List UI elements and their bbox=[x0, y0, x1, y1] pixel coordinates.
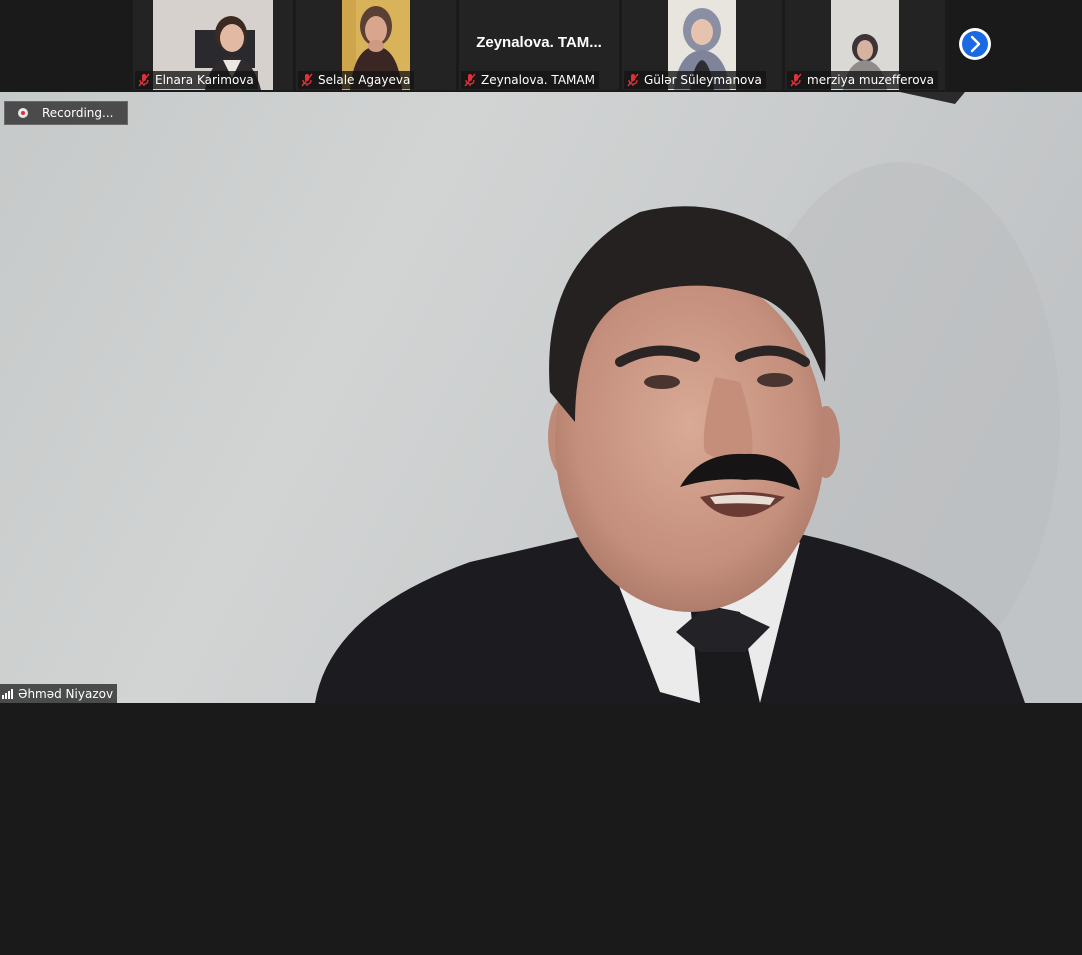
muted-microphone-icon bbox=[789, 73, 803, 87]
participant-name: Gülər Süleymanova bbox=[644, 73, 762, 87]
participant-name-tag: Gülər Süleymanova bbox=[624, 71, 766, 89]
participant-tile[interactable]: Gülər Süleymanova bbox=[622, 0, 782, 90]
muted-microphone-icon bbox=[137, 73, 151, 87]
participant-strip: Elnara Karimova Selale Agayeva Zeynalova… bbox=[0, 0, 1082, 92]
participant-tile[interactable]: merziya muzefferova bbox=[785, 0, 945, 90]
recording-indicator[interactable]: Recording... bbox=[4, 101, 128, 125]
participant-name: Selale Agayeva bbox=[318, 73, 411, 87]
active-speaker-video bbox=[0, 92, 1082, 703]
participant-name-tag: merziya muzefferova bbox=[787, 71, 939, 89]
participant-tile[interactable]: Zeynalova. TAM... Zeynalova. TAMAM bbox=[459, 0, 619, 90]
participant-name-tag: Selale Agayeva bbox=[298, 71, 415, 89]
muted-microphone-icon bbox=[626, 73, 640, 87]
participant-name: Elnara Karimova bbox=[155, 73, 254, 87]
participant-name-tag: Zeynalova. TAMAM bbox=[461, 71, 599, 89]
participant-name: merziya muzefferova bbox=[807, 73, 935, 87]
participant-name: Zeynalova. TAMAM bbox=[481, 73, 595, 87]
signal-strength-icon bbox=[2, 688, 13, 699]
participant-tile[interactable]: Elnara Karimova bbox=[133, 0, 293, 90]
participant-display-title: Zeynalova. TAM... bbox=[476, 34, 602, 51]
chevron-right-icon bbox=[970, 35, 981, 53]
recording-dot-icon bbox=[18, 108, 28, 118]
next-page-button[interactable] bbox=[959, 28, 991, 60]
participant-name-tag: Elnara Karimova bbox=[135, 71, 258, 89]
active-speaker-name-tag: Əhməd Niyazov bbox=[0, 684, 118, 703]
muted-microphone-icon bbox=[463, 73, 477, 87]
participant-tile[interactable]: Selale Agayeva bbox=[296, 0, 456, 90]
active-speaker-name: Əhməd Niyazov bbox=[18, 686, 114, 701]
muted-microphone-icon bbox=[300, 73, 314, 87]
empty-gallery-area bbox=[0, 703, 1082, 955]
recording-label: Recording... bbox=[42, 106, 114, 120]
